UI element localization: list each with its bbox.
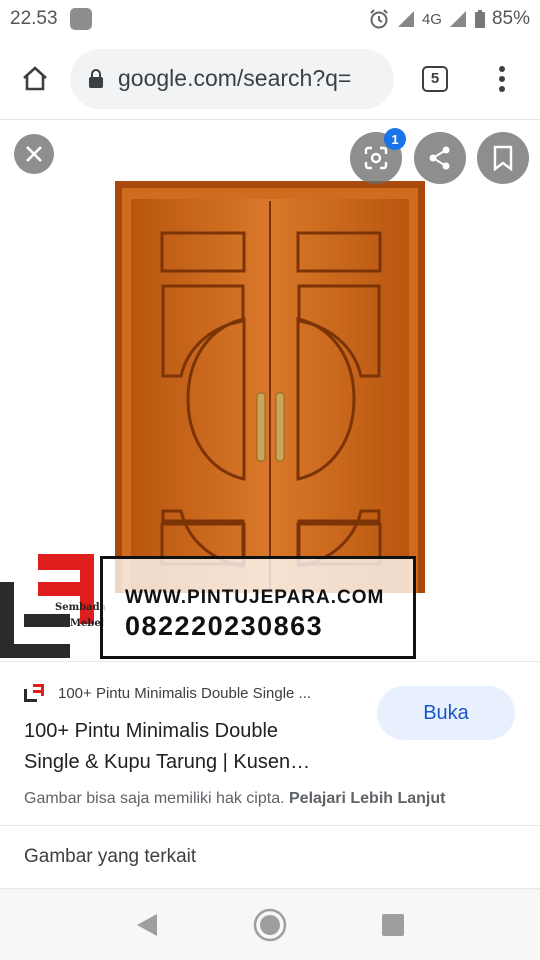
source-row[interactable]: 100+ Pintu Minimalis Double Single ... <box>24 684 311 702</box>
url-bar[interactable]: google.com/search?q= <box>70 48 394 109</box>
source-site-name: 100+ Pintu Minimalis Double Single ... <box>58 684 312 702</box>
lens-badge: 1 <box>384 128 406 150</box>
close-button[interactable] <box>14 134 54 174</box>
lens-icon <box>364 146 388 170</box>
more-vert-icon <box>499 65 505 92</box>
save-button[interactable] <box>477 132 529 184</box>
result-info-panel: 100+ Pintu Minimalis Double Single ... 1… <box>0 661 540 825</box>
home-icon <box>23 65 47 90</box>
status-bar: 22.53 4G 85% <box>0 0 540 38</box>
status-time: 22.53 <box>10 8 58 29</box>
copyright-text: Gambar bisa saja memiliki hak cipta. <box>24 790 285 807</box>
menu-button[interactable] <box>476 38 528 120</box>
status-right: 4G 85% <box>368 8 530 30</box>
system-nav-bar <box>0 889 540 960</box>
signal-icon <box>396 9 416 29</box>
home-button[interactable] <box>0 38 70 120</box>
share-button[interactable] <box>414 132 466 184</box>
copyright-notice: Gambar bisa saja memiliki hak cipta. Pel… <box>24 790 445 808</box>
back-icon[interactable] <box>135 912 159 938</box>
open-button[interactable]: Buka <box>377 686 515 740</box>
result-title[interactable]: 100+ Pintu Minimalis Double Single & Kup… <box>24 716 354 778</box>
learn-more-link[interactable]: Pelajari Lebih Lanjut <box>289 790 445 807</box>
tab-switcher-button[interactable]: 5 <box>394 38 476 120</box>
site-favicon-icon <box>24 684 44 702</box>
logo-text-line1: Sembada <box>55 602 107 613</box>
share-icon <box>429 146 450 170</box>
watermark-phone: 082220230863 <box>125 611 324 641</box>
lock-icon <box>89 68 103 88</box>
home-nav-icon[interactable] <box>253 908 287 942</box>
browser-toolbar: google.com/search?q= 5 <box>0 38 540 120</box>
tab-count: 5 <box>430 70 440 87</box>
related-images-section[interactable]: Gambar yang terkait <box>0 825 540 889</box>
battery-level: 85% <box>491 8 530 29</box>
alarm-icon <box>368 8 390 30</box>
url-text: google.com/search?q= <box>118 65 352 91</box>
close-icon <box>26 146 42 162</box>
related-images-label: Gambar yang terkait <box>24 846 197 867</box>
watermark-box: WWW.PINTUJEPARA.COM 082220230863 <box>100 556 416 659</box>
network-label: 4G <box>421 10 442 28</box>
result-title-line1: 100+ Pintu Minimalis Double <box>24 720 279 742</box>
image-viewer[interactable]: Sembada Mebel WWW.PINTUJEPARA.COM 082220… <box>0 121 540 661</box>
bookmark-icon <box>493 145 513 171</box>
signal-icon-2 <box>448 9 468 29</box>
notification-icon <box>69 8 92 30</box>
battery-icon <box>474 9 486 29</box>
result-title-line2: Single & Kupu Tarung | Kusen… <box>24 751 311 773</box>
tabs-icon: 5 <box>422 65 448 92</box>
watermark-url: WWW.PINTUJEPARA.COM <box>125 587 385 608</box>
recents-icon[interactable] <box>381 913 405 937</box>
